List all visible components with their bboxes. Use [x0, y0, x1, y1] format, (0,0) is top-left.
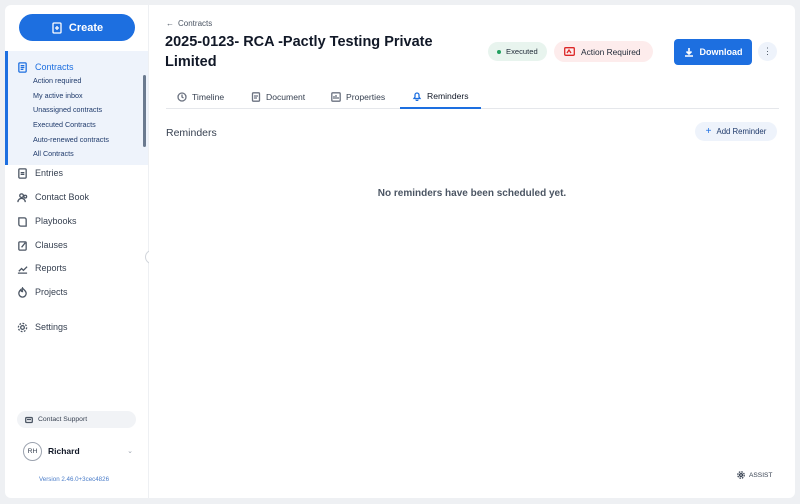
sidebar-item-label: Projects — [35, 287, 68, 297]
assist-gear-icon — [737, 471, 745, 479]
plus-icon: + — [705, 126, 712, 137]
more-vertical-icon: ⋮ — [763, 46, 772, 56]
book-icon — [18, 216, 27, 227]
sidebar-item-label: Entries — [35, 168, 64, 178]
tab-label: Timeline — [192, 91, 225, 102]
action-badge-label: Action Required — [581, 46, 641, 57]
contacts-icon — [17, 192, 28, 202]
main-content: ← Contracts 2025-0123- RCA -Pactly Testi… — [149, 5, 795, 498]
clause-icon — [18, 240, 27, 251]
sidebar-item-label: Contracts — [35, 62, 74, 72]
sidebar-item-contracts[interactable]: Contracts — [17, 59, 74, 75]
gear-icon — [17, 322, 28, 332]
assist-label: ASSIST — [749, 471, 773, 479]
flame-icon — [18, 286, 27, 298]
status-dot-icon — [497, 49, 501, 54]
page-title: 2025-0123- RCA -Pactly Testing Private L… — [165, 34, 433, 70]
tab-document[interactable]: Document — [251, 84, 305, 109]
reminders-heading: Reminders — [166, 127, 217, 139]
user-menu[interactable]: RH Richard ⌄ — [23, 441, 133, 461]
tab-properties[interactable]: Properties — [331, 84, 385, 109]
sidebar-item-label: Reports — [35, 263, 67, 273]
more-options-button[interactable]: ⋮ — [758, 42, 777, 61]
tab-reminders[interactable]: Reminders — [400, 84, 481, 109]
bell-icon — [412, 91, 422, 101]
signature-icon — [564, 47, 575, 56]
sidebar-item-contact-book[interactable]: Contact Book — [17, 189, 89, 205]
tab-label: Properties — [346, 91, 386, 102]
tab-label: Document — [266, 91, 306, 102]
filter-unassigned-contracts[interactable]: Unassigned contracts — [33, 105, 102, 114]
create-label: Create — [68, 21, 104, 34]
sidebar: Create Contracts Action required My acti… — [5, 5, 159, 498]
document-icon — [251, 91, 261, 102]
sidebar-item-settings[interactable]: Settings — [17, 319, 68, 335]
download-icon — [684, 48, 693, 57]
new-document-icon — [52, 21, 62, 34]
sidebar-item-label: Settings — [35, 322, 68, 332]
assist-button[interactable]: ASSIST — [737, 471, 772, 479]
version-text: Version 2.46.0+3cec4826 — [39, 476, 110, 483]
sidebar-item-entries[interactable]: Entries — [17, 165, 63, 181]
sidebar-scrollbar[interactable] — [143, 75, 146, 147]
tab-label: Reminders — [427, 90, 469, 101]
properties-icon — [331, 91, 341, 102]
sidebar-item-clauses[interactable]: Clauses — [17, 237, 68, 253]
sidebar-item-playbooks[interactable]: Playbooks — [17, 213, 77, 229]
empty-state-message: No reminders have been scheduled yet. — [377, 188, 567, 199]
filter-auto-renewed-contracts[interactable]: Auto-renewed contracts — [33, 135, 109, 144]
breadcrumb-contracts[interactable]: Contracts — [178, 19, 212, 28]
add-reminder-label: Add Reminder — [716, 127, 767, 136]
entries-icon — [18, 167, 27, 179]
filter-action-required[interactable]: Action required — [33, 76, 81, 85]
support-icon — [25, 416, 33, 423]
status-badge: Executed — [488, 42, 547, 61]
tab-timeline[interactable]: Timeline — [177, 84, 224, 109]
sidebar-item-label: Clauses — [35, 240, 68, 250]
sidebar-item-label: Playbooks — [35, 216, 77, 226]
download-button[interactable]: Download — [674, 39, 752, 65]
action-required-badge[interactable]: Action Required — [554, 41, 653, 62]
filter-my-active-inbox[interactable]: My active inbox — [33, 91, 83, 100]
download-label: Download — [699, 47, 743, 57]
tab-bar: Timeline Document Properties Reminders — [166, 84, 779, 109]
document-icon — [18, 61, 27, 73]
sidebar-item-reports[interactable]: Reports — [17, 260, 67, 276]
sidebar-item-projects[interactable]: Projects — [17, 284, 68, 300]
add-reminder-button[interactable]: + Add Reminder — [695, 122, 777, 141]
create-button[interactable]: Create — [19, 14, 135, 41]
arrow-left-icon: ← — [166, 19, 174, 28]
filter-executed-contracts[interactable]: Executed Contracts — [33, 120, 96, 129]
sidebar-item-label: Contact Book — [35, 192, 90, 202]
chart-icon — [17, 265, 28, 274]
contact-support-button[interactable]: Contact Support — [17, 411, 136, 428]
contact-support-label: Contact Support — [38, 416, 88, 423]
status-badge-label: Executed — [506, 47, 538, 56]
clock-icon — [177, 91, 187, 102]
filter-all-contracts[interactable]: All Contracts — [33, 149, 74, 158]
user-name: Richard — [48, 446, 80, 456]
breadcrumb[interactable]: ← Contracts — [166, 19, 212, 28]
avatar: RH — [23, 441, 42, 461]
chevron-down-icon: ⌄ — [127, 448, 133, 455]
